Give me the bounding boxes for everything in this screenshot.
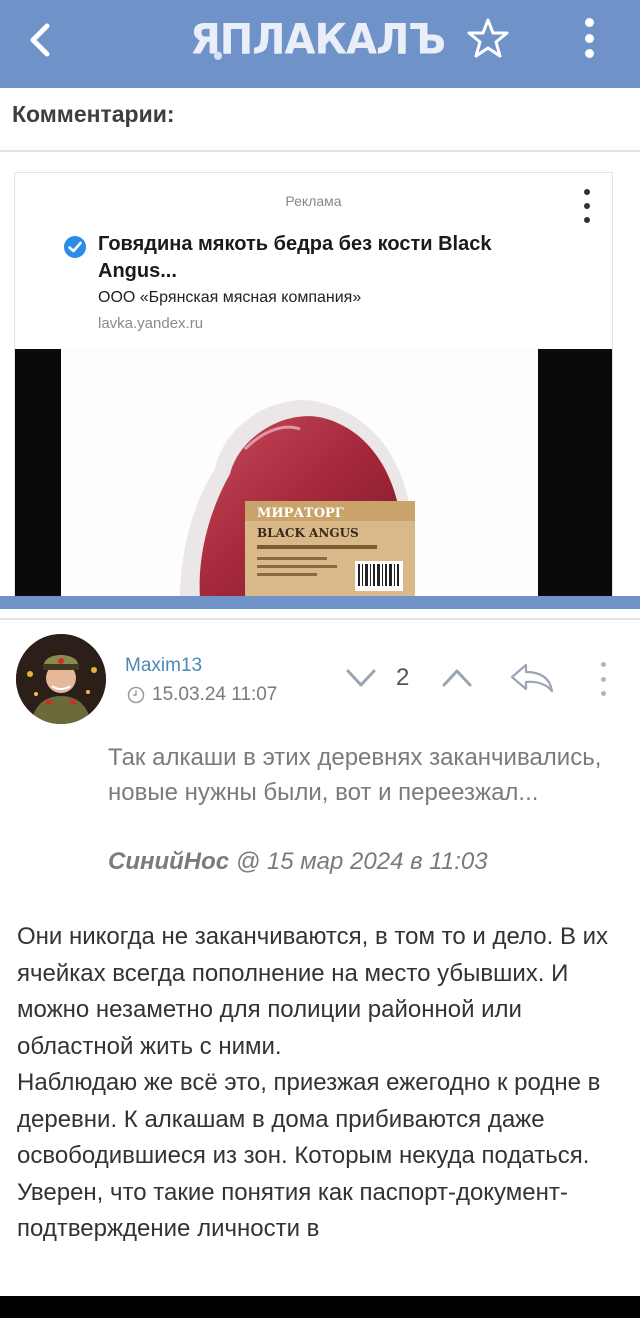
divider — [0, 618, 640, 620]
ad-domain: lavka.yandex.ru — [98, 315, 204, 332]
top-bar: ЯПЛАКАЛЪ — [0, 0, 640, 88]
logo-text: ЯПЛАКАЛЪ — [190, 15, 446, 65]
ad-company: ООО «Брянская мясная компания» — [98, 289, 362, 306]
comment-paragraph: Наблюдаю же всё это, приезжая ежегодно к… — [17, 1069, 601, 1169]
comment-menu-button[interactable] — [598, 662, 608, 696]
vertical-dots-icon — [600, 662, 606, 667]
ad-menu-button[interactable] — [581, 189, 593, 223]
comment-username[interactable]: Maxim13 — [125, 655, 202, 677]
app-screen: ЯПЛАКАЛЪ Комментарии: Реклама Говядина м… — [0, 0, 640, 1318]
quote-text: Так алкаши в этих деревнях заканчивались… — [108, 744, 602, 806]
package-brand-text: МИРАТОРГ — [257, 506, 344, 521]
comment-body: Они никогда не заканчиваются, в том то и… — [17, 919, 617, 1248]
site-logo[interactable]: ЯПЛАКАЛЪ — [190, 16, 446, 64]
logo-dot — [214, 51, 222, 60]
avatar[interactable] — [16, 634, 106, 724]
back-button[interactable] — [20, 18, 60, 62]
star-outline-icon — [467, 18, 509, 58]
vote-up-icon[interactable] — [440, 666, 474, 690]
ad-title-link[interactable]: Говядина мякоть бедра без кости Black An… — [98, 231, 548, 285]
vertical-dots-icon — [584, 18, 594, 27]
letterbox-right — [538, 349, 612, 596]
quote-author-link[interactable]: СинийНос — [108, 848, 229, 875]
meat-package-image: МИРАТОРГ BLACK ANGUS — [180, 400, 415, 596]
comment-paragraph: Они никогда не заканчиваются, в том то и… — [17, 923, 609, 1060]
comments-heading: Комментарии: — [12, 101, 175, 127]
favorite-button[interactable] — [466, 16, 510, 60]
ad-bottom-strip — [0, 596, 640, 609]
ad-product-image[interactable]: МИРАТОРГ BLACK ANGUS — [15, 349, 612, 596]
ad-block[interactable]: Реклама Говядина мякоть бедра без кости … — [14, 172, 613, 597]
reply-icon[interactable] — [508, 661, 556, 695]
ad-label: Реклама — [285, 193, 342, 209]
verified-icon — [64, 236, 86, 258]
avatar-image — [16, 634, 106, 724]
comment-paragraph: Уверен, что такие понятия как паспорт-до… — [17, 1178, 568, 1243]
more-menu-button[interactable] — [574, 14, 604, 62]
chevron-left-icon — [30, 23, 50, 57]
vote-down-icon[interactable] — [344, 666, 378, 690]
system-bottom-bar — [0, 1296, 640, 1318]
comment-timestamp: 15.03.24 11:07 — [152, 684, 278, 705]
vote-count: 2 — [396, 664, 410, 691]
clock-icon — [127, 686, 145, 704]
quote-meta: @ 15 мар 2024 в 11:03 — [229, 848, 488, 875]
divider — [0, 150, 640, 152]
quote-signature: СинийНос @ 15 мар 2024 в 11:03 — [108, 848, 488, 876]
vertical-dots-icon — [584, 189, 590, 195]
letterbox-left — [15, 349, 61, 596]
package-product-text: BLACK ANGUS — [257, 526, 359, 540]
